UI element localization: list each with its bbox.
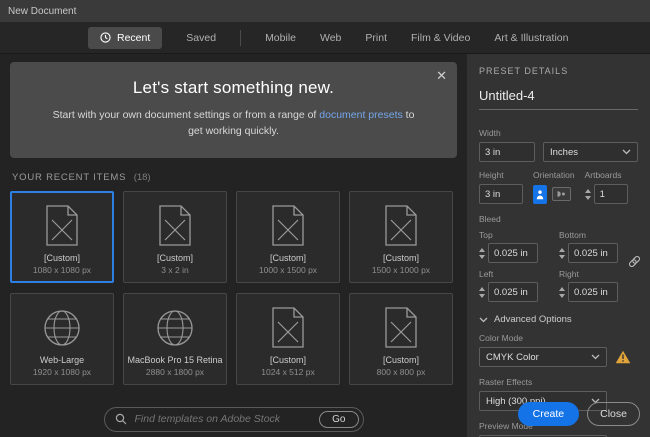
preset-details-panel: PRESET DETAILS Width Inches Height Orien… [467, 54, 650, 437]
tab-bar: Recent Saved Mobile Web Print Film & Vid… [0, 22, 650, 54]
main-content: ✕ Let's start something new. Start with … [0, 54, 467, 437]
recent-item-card[interactable]: [Custom] 1500 x 1000 px [349, 191, 453, 283]
link-bleed-values-icon[interactable] [627, 254, 642, 269]
bleed-bottom-label: Bottom [559, 230, 586, 240]
stepper-down-icon[interactable] [584, 195, 591, 200]
orientation-label: Orientation [533, 170, 575, 180]
orientation-landscape-button[interactable] [552, 187, 571, 201]
color-mode-label: Color Mode [479, 333, 523, 343]
document-name-field[interactable] [479, 86, 638, 110]
tab-recent[interactable]: Recent [88, 26, 163, 49]
stock-search-box: Go [103, 406, 364, 432]
bleed-left-label: Left [479, 269, 494, 279]
height-label: Height [479, 170, 504, 180]
go-button[interactable]: Go [319, 410, 359, 428]
preset-details-heading: PRESET DETAILS [479, 66, 569, 76]
chevron-down-icon [622, 149, 631, 155]
window-titlebar: New Document [0, 0, 650, 22]
recent-items-count: (18) [133, 172, 151, 183]
bleed-label: Bleed [479, 214, 501, 224]
document-icon [271, 306, 305, 350]
hero-title: Let's start something new. [132, 78, 335, 97]
window-title: New Document [8, 5, 77, 17]
recent-item-card[interactable]: [Custom] 1000 x 1500 px [236, 191, 340, 283]
bleed-right-input[interactable] [568, 282, 618, 302]
tab-web[interactable]: Web [320, 32, 341, 44]
recent-item-card[interactable]: Web-Large 1920 x 1080 px [10, 293, 114, 385]
bleed-top-label: Top [479, 230, 493, 240]
bleed-right-stepper[interactable] [559, 286, 565, 298]
tab-saved[interactable]: Saved [186, 32, 216, 44]
bleed-top-stepper[interactable] [479, 247, 485, 259]
recent-item-card[interactable]: [Custom] 800 x 800 px [349, 293, 453, 385]
tab-film-video[interactable]: Film & Video [411, 32, 470, 44]
bleed-bottom-stepper[interactable] [559, 247, 565, 259]
advanced-options-toggle[interactable]: Advanced Options [479, 314, 638, 325]
globe-icon [42, 306, 82, 350]
document-icon [384, 204, 418, 248]
bleed-left-stepper[interactable] [479, 286, 485, 298]
close-button[interactable]: Close [587, 402, 640, 426]
tab-mobile[interactable]: Mobile [265, 32, 296, 44]
document-presets-link[interactable]: document presets [319, 109, 402, 121]
document-icon [271, 204, 305, 248]
artboards-stepper[interactable] [584, 188, 591, 200]
hero-subtitle: Start with your own document settings or… [52, 109, 415, 137]
search-icon [115, 413, 127, 425]
hero-banner: ✕ Let's start something new. Start with … [10, 62, 457, 158]
recent-items-grid: [Custom] 1080 x 1080 px [Custom] 3 x 2 i… [0, 191, 467, 385]
clock-icon [100, 32, 111, 43]
bleed-right-label: Right [559, 269, 579, 279]
bleed-left-input[interactable] [488, 282, 538, 302]
create-button[interactable]: Create [517, 402, 580, 426]
tab-separator [240, 29, 242, 46]
recent-items-heading: YOUR RECENT ITEMS (18) [12, 172, 151, 183]
chevron-down-icon [479, 317, 488, 323]
close-icon[interactable]: ✕ [436, 68, 447, 84]
recent-item-card[interactable]: [Custom] 1080 x 1080 px [10, 191, 114, 283]
bleed-bottom-input[interactable] [568, 243, 618, 263]
globe-icon [155, 306, 195, 350]
height-input[interactable] [479, 184, 523, 204]
document-icon [158, 204, 192, 248]
stepper-up-icon[interactable] [584, 188, 591, 193]
search-input[interactable] [134, 413, 312, 425]
units-dropdown[interactable]: Inches [543, 142, 638, 162]
document-icon [384, 306, 418, 350]
recent-item-card[interactable]: MacBook Pro 15 Retina 2880 x 1800 px [123, 293, 227, 385]
orientation-portrait-button[interactable] [533, 184, 547, 204]
width-input[interactable] [479, 142, 535, 162]
width-label: Width [479, 128, 501, 138]
bleed-top-input[interactable] [488, 243, 538, 263]
color-mode-dropdown[interactable]: CMYK Color [479, 347, 607, 367]
warning-icon [615, 350, 631, 364]
recent-item-card[interactable]: [Custom] 1024 x 512 px [236, 293, 340, 385]
tab-art-illustration[interactable]: Art & Illustration [494, 32, 568, 44]
chevron-down-icon [591, 354, 600, 360]
tab-print[interactable]: Print [365, 32, 387, 44]
stock-search-row: Go [0, 401, 467, 437]
recent-item-card[interactable]: [Custom] 3 x 2 in [123, 191, 227, 283]
document-icon [45, 204, 79, 248]
raster-effects-label: Raster Effects [479, 377, 533, 387]
artboards-label: Artboards [584, 170, 622, 180]
artboards-input[interactable] [593, 184, 628, 204]
